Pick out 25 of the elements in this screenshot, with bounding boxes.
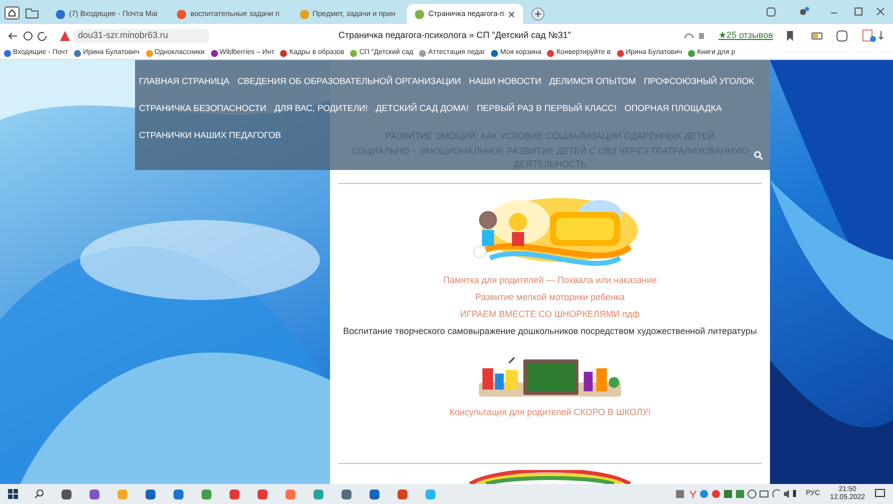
notification-icon[interactable] — [875, 489, 885, 499]
reviews-link[interactable]: ★25 отзывов — [718, 29, 773, 43]
start-icon[interactable] — [8, 489, 18, 499]
folder-icon[interactable] — [24, 6, 40, 20]
app-icon[interactable] — [397, 488, 408, 500]
window-controls-icon[interactable] — [765, 6, 885, 18]
app-icon[interactable] — [173, 488, 184, 500]
address-field[interactable]: dou31-szr.minobr63.ru — [74, 29, 209, 43]
app-icon[interactable] — [61, 488, 72, 500]
close-icon[interactable] — [508, 10, 516, 18]
app-icon[interactable] — [145, 488, 156, 500]
navigation-icon[interactable] — [8, 31, 48, 41]
new-tab-icon[interactable] — [531, 7, 546, 21]
toolbar-icons-icon[interactable] — [785, 29, 885, 43]
home-icon[interactable] — [4, 6, 20, 20]
app-icon[interactable] — [341, 488, 352, 500]
warning-icon — [60, 31, 70, 41]
app-icon[interactable] — [89, 488, 100, 500]
app-icon[interactable] — [229, 488, 240, 500]
page-title: Страничка педагога-психолога » СП "Детский сад №31" — [337, 29, 572, 42]
search-icon[interactable] — [34, 489, 44, 499]
app-icon[interactable] — [257, 488, 268, 500]
app-icon[interactable] — [369, 488, 380, 500]
tray-icons-icon[interactable] — [676, 489, 796, 499]
app-icon[interactable] — [201, 488, 212, 500]
